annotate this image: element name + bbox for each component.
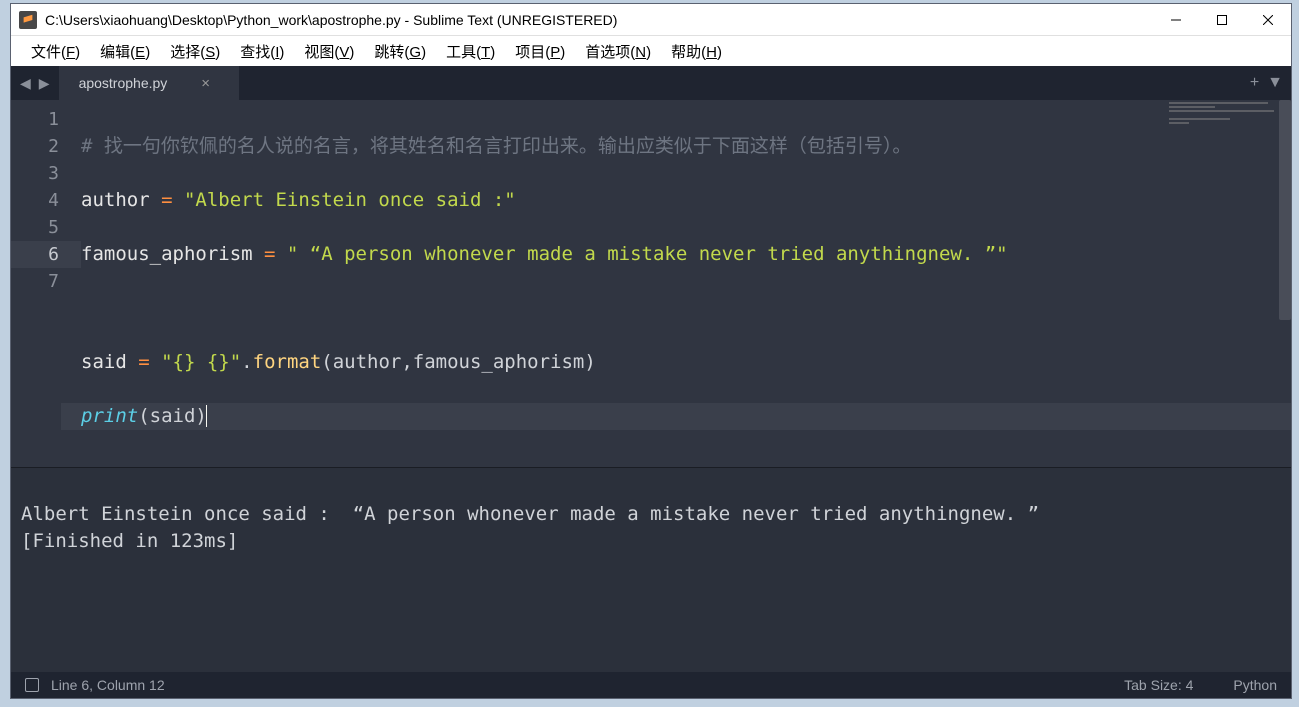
sublime-icon <box>19 11 37 29</box>
line-number: 4 <box>11 187 81 214</box>
line-number: 6 <box>11 241 81 268</box>
menu-tools[interactable]: 工具(T) <box>436 38 505 65</box>
menu-prefs[interactable]: 首选项(N) <box>575 38 661 65</box>
line-number: 5 <box>11 214 81 241</box>
line-number: 3 <box>11 160 81 187</box>
tab-size[interactable]: Tab Size: 4 <box>1124 677 1193 693</box>
text-cursor <box>206 405 207 427</box>
menu-project[interactable]: 项目(P) <box>505 38 575 65</box>
maximize-button[interactable] <box>1199 4 1245 35</box>
tab-bar: ◀ ▶ apostrophe.py × + ▼ <box>11 66 1291 100</box>
statusbar: Line 6, Column 12 Tab Size: 4 Python <box>11 672 1291 698</box>
tab-apostrophe[interactable]: apostrophe.py × <box>59 66 239 100</box>
menu-view[interactable]: 视图(V) <box>294 38 364 65</box>
close-button[interactable] <box>1245 4 1291 35</box>
tab-close-icon[interactable]: × <box>201 75 210 92</box>
code-editor[interactable]: # 找一句你钦佩的名人说的名言，将其姓名和名言打印出来。输出应类似于下面这样（包… <box>81 100 1291 467</box>
new-tab-icon[interactable]: + <box>1250 74 1259 92</box>
window-controls <box>1153 4 1291 35</box>
tab-dropdown-icon[interactable]: ▼ <box>1267 74 1283 92</box>
panel-switcher-icon[interactable] <box>25 678 39 692</box>
line-number: 2 <box>11 133 81 160</box>
menu-edit[interactable]: 编辑(E) <box>90 38 160 65</box>
menubar: 文件(F) 编辑(E) 选择(S) 查找(I) 视图(V) 跳转(G) 工具(T… <box>11 36 1291 66</box>
tab-title: apostrophe.py <box>79 75 168 91</box>
menu-goto[interactable]: 跳转(G) <box>364 38 436 65</box>
editor-area: 1 2 3 4 5 6 7 # 找一句你钦佩的名人说的名言，将其姓名和名言打印出… <box>11 100 1291 672</box>
window-title: C:\Users\xiaohuang\Desktop\Python_work\a… <box>45 12 1153 28</box>
vertical-scrollbar[interactable] <box>1279 100 1291 320</box>
syntax-mode[interactable]: Python <box>1233 677 1277 693</box>
menu-find[interactable]: 查找(I) <box>230 38 294 65</box>
menu-file[interactable]: 文件(F) <box>21 38 90 65</box>
menu-select[interactable]: 选择(S) <box>160 38 230 65</box>
minimize-button[interactable] <box>1153 4 1199 35</box>
nav-arrows: ◀ ▶ <box>11 66 59 100</box>
line-number: 7 <box>11 268 81 295</box>
nav-forward-icon[interactable]: ▶ <box>36 73 53 94</box>
line-number: 1 <box>11 106 81 133</box>
menu-help[interactable]: 帮助(H) <box>661 38 732 65</box>
titlebar[interactable]: C:\Users\xiaohuang\Desktop\Python_work\a… <box>11 4 1291 36</box>
cursor-position[interactable]: Line 6, Column 12 <box>51 677 165 693</box>
nav-back-icon[interactable]: ◀ <box>17 73 34 94</box>
app-window: C:\Users\xiaohuang\Desktop\Python_work\a… <box>10 3 1292 699</box>
code-comment: # 找一句你钦佩的名人说的名言，将其姓名和名言打印出来。输出应类似于下面这样（包… <box>81 135 911 157</box>
